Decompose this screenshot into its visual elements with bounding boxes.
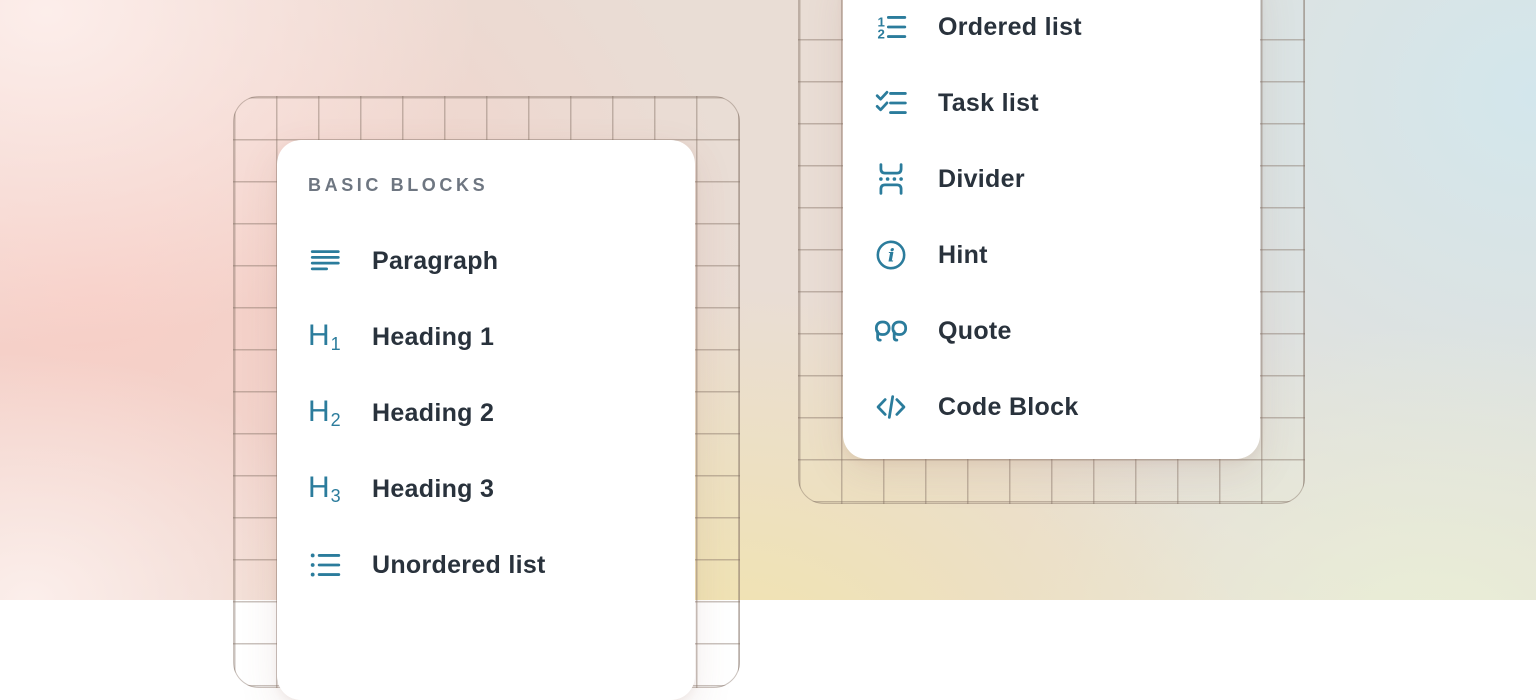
menu-item-label: Divider	[938, 165, 1025, 194]
menu-item-label: Unordered list	[372, 551, 546, 580]
menu-item-label: Heading 3	[372, 475, 494, 504]
menu-item-divider[interactable]: Divider	[874, 141, 1260, 217]
blocks-menu-panel-continued: 1 2 Ordered list Task list Divider i Hin…	[843, 0, 1260, 459]
menu-item-heading-2[interactable]: H2 Heading 2	[308, 375, 695, 451]
menu-item-heading-3[interactable]: H3 Heading 3	[308, 451, 695, 527]
svg-text:2: 2	[878, 26, 885, 41]
paragraph-icon	[308, 244, 342, 278]
menu-item-unordered-list[interactable]: Unordered list	[308, 527, 695, 603]
unordered-list-icon	[308, 548, 342, 582]
menu-item-label: Ordered list	[938, 13, 1082, 42]
svg-text:i: i	[888, 245, 895, 266]
heading-1-icon: H1	[308, 320, 342, 354]
quote-icon	[874, 314, 908, 348]
menu-item-label: Hint	[938, 241, 988, 270]
hint-icon: i	[874, 238, 908, 272]
menu-item-label: Heading 1	[372, 323, 494, 352]
heading-2-icon: H2	[308, 396, 342, 430]
menu-item-label: Code Block	[938, 393, 1079, 422]
task-list-icon	[874, 86, 908, 120]
illustration-canvas: BASIC BLOCKS Paragraph H1 Heading 1 H2 H…	[0, 0, 1536, 600]
menu-item-label: Task list	[938, 89, 1039, 118]
section-title: BASIC BLOCKS	[308, 174, 695, 196]
menu-item-paragraph[interactable]: Paragraph	[308, 223, 695, 299]
menu-item-heading-1[interactable]: H1 Heading 1	[308, 299, 695, 375]
menu-item-label: Heading 2	[372, 399, 494, 428]
divider-icon	[874, 162, 908, 196]
heading-3-icon: H3	[308, 472, 342, 506]
code-block-icon	[874, 390, 908, 424]
menu-item-hint[interactable]: i Hint	[874, 217, 1260, 293]
menu-item-label: Paragraph	[372, 247, 498, 276]
menu-item-quote[interactable]: Quote	[874, 293, 1260, 369]
menu-item-code-block[interactable]: Code Block	[874, 369, 1260, 445]
menu-item-task-list[interactable]: Task list	[874, 65, 1260, 141]
menu-list-right: 1 2 Ordered list Task list Divider i Hin…	[874, 0, 1260, 445]
basic-blocks-menu-panel: BASIC BLOCKS Paragraph H1 Heading 1 H2 H…	[277, 140, 695, 700]
menu-item-ordered-list[interactable]: 1 2 Ordered list	[874, 0, 1260, 65]
menu-item-label: Quote	[938, 317, 1012, 346]
menu-list-left: Paragraph H1 Heading 1 H2 Heading 2 H3 H…	[308, 223, 695, 603]
ordered-list-icon: 1 2	[874, 10, 908, 44]
